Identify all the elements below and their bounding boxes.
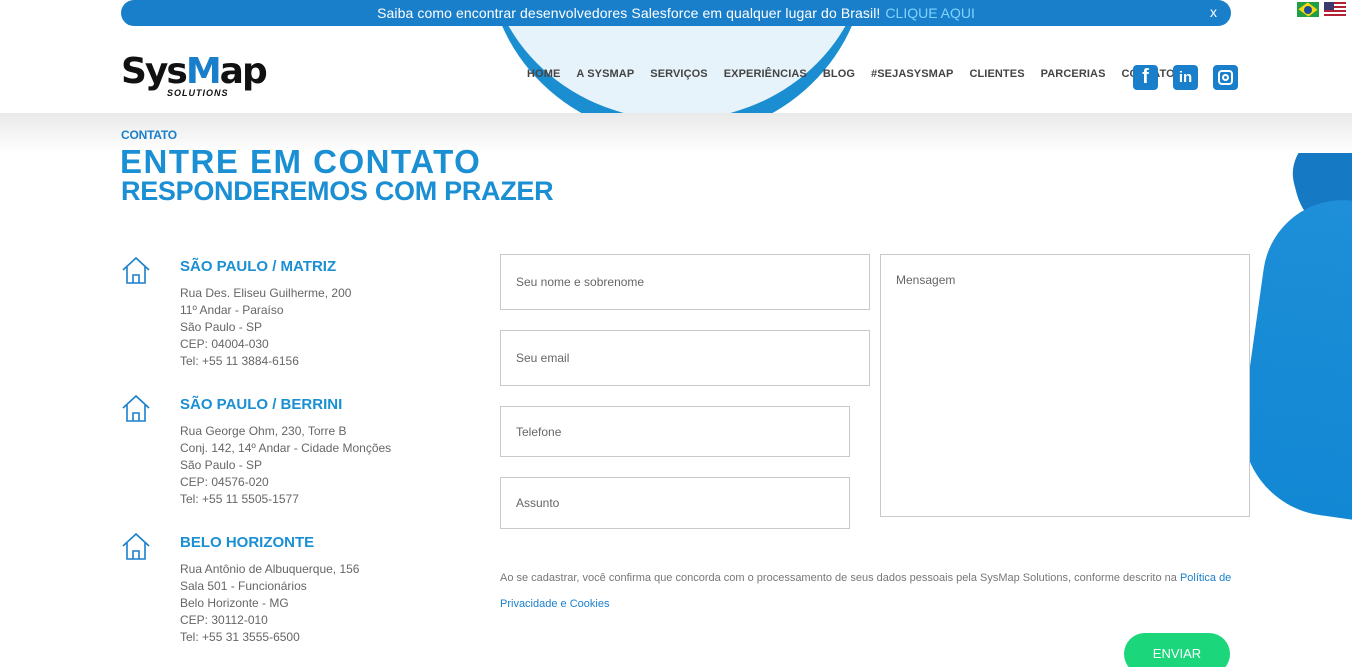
home-icon: [122, 394, 150, 422]
office-title: SÃO PAULO / BERRINI: [180, 396, 343, 413]
office-address: Rua Antônio de Albuquerque, 156 Sala 501…: [180, 562, 360, 644]
pt-br-flag-icon[interactable]: [1297, 2, 1319, 17]
subject-field[interactable]: [500, 477, 850, 529]
facebook-icon[interactable]: f: [1133, 65, 1158, 90]
nav-item-clientes[interactable]: CLIENTES: [969, 68, 1024, 80]
office-address: Rua Des. Eliseu Guilherme, 200 11º Andar…: [180, 286, 352, 368]
nav-item-a-sysmap[interactable]: A SYSMAP: [576, 68, 634, 80]
office-title: SÃO PAULO / MATRIZ: [180, 258, 337, 275]
nav-item-servicos[interactable]: SERVIÇOS: [650, 68, 707, 80]
message-field[interactable]: [880, 254, 1250, 517]
banner-text: Saiba como encontrar desenvolvedores Sal…: [377, 5, 881, 21]
sysmap-logo[interactable]: SysMap SOLUTIONS: [121, 52, 268, 102]
main-nav: HOME A SYSMAP SERVIÇOS EXPERIÊNCIAS BLOG…: [519, 68, 1183, 80]
linkedin-icon[interactable]: in: [1173, 65, 1198, 90]
office-title: BELO HORIZONTE: [180, 534, 315, 551]
home-icon: [122, 256, 150, 284]
instagram-icon[interactable]: [1213, 65, 1238, 90]
nav-item-blog[interactable]: BLOG: [823, 68, 855, 80]
home-icon: [122, 532, 150, 560]
banner-link[interactable]: CLIQUE AQUI: [885, 5, 974, 21]
nav-item-sejasysmap[interactable]: #SEJASYSMAP: [871, 68, 953, 80]
privacy-consent-text: Ao se cadastrar, você confirma que conco…: [500, 572, 1232, 610]
language-switcher: [1297, 2, 1346, 17]
en-us-flag-icon[interactable]: [1324, 2, 1346, 17]
email-field[interactable]: [500, 330, 870, 386]
name-field[interactable]: [500, 254, 870, 310]
nav-item-parcerias[interactable]: PARCERIAS: [1041, 68, 1106, 80]
send-button[interactable]: ENVIAR: [1124, 633, 1230, 667]
page-subtitle: RESPONDEREMOS COM PRAZER: [121, 176, 554, 206]
nav-item-home[interactable]: HOME: [527, 68, 560, 80]
office-address: Rua George Ohm, 230, Torre B Conj. 142, …: [180, 424, 392, 506]
section-kicker: CONTATO: [121, 128, 177, 142]
nav-item-experiencias[interactable]: EXPERIÊNCIAS: [724, 68, 807, 80]
announcement-banner: Saiba como encontrar desenvolvedores Sal…: [121, 0, 1231, 26]
phone-field[interactable]: [500, 406, 850, 457]
banner-close-button[interactable]: x: [1210, 4, 1217, 20]
